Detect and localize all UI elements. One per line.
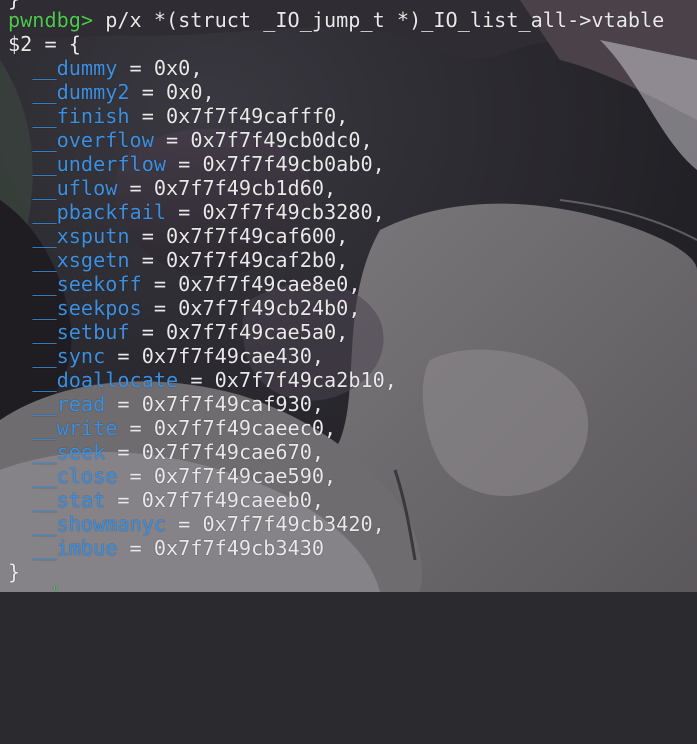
gdb-prompt: pwndbg> xyxy=(8,8,94,32)
command-line: pwndbg> p/x *(struct _IO_jump_t *)_IO_li… xyxy=(8,8,664,32)
field-value: 0x7f7f49cb3430 xyxy=(153,536,325,560)
struct-field-line: __seek = 0x7f7f49cae670, xyxy=(32,440,325,464)
next-prompt-partial: " xyxy=(52,585,60,599)
field-value: 0x7f7f49caf930, xyxy=(141,392,325,416)
struct-field-line: __close = 0x7f7f49cae590, xyxy=(32,464,337,488)
struct-field-line: __uflow = 0x7f7f49cb1d60, xyxy=(32,176,337,200)
field-value: 0x7f7f49cae5a0, xyxy=(166,320,349,344)
struct-field-line: __overflow = 0x7f7f49cb0dc0, xyxy=(32,128,373,152)
result-header: $2 = { xyxy=(8,32,81,56)
struct-field-line: __dummy = 0x0, xyxy=(32,56,203,80)
field-name: __pbackfail xyxy=(32,200,167,224)
field-value: 0x7f7f49cae670, xyxy=(141,440,325,464)
field-value: 0x7f7f49cb0ab0, xyxy=(202,152,385,176)
field-value: 0x7f7f49caeec0, xyxy=(153,416,337,440)
command-text: p/x *(struct _IO_jump_t *)_IO_list_all->… xyxy=(105,8,665,32)
terminal-output[interactable]: } pwndbg> p/x *(struct _IO_jump_t *)_IO_… xyxy=(0,0,697,599)
struct-field-line: __stat = 0x7f7f49caeeb0, xyxy=(32,488,325,512)
field-name: __xsgetn xyxy=(32,248,130,272)
field-name: __underflow xyxy=(32,152,167,176)
field-name: __overflow xyxy=(32,128,154,152)
field-name: __finish xyxy=(32,104,130,128)
field-value: 0x7f7f49cae430, xyxy=(141,344,325,368)
struct-field-line: __seekoff = 0x7f7f49cae8e0, xyxy=(32,272,361,296)
struct-field-line: __read = 0x7f7f49caf930, xyxy=(32,392,325,416)
field-name: __stat xyxy=(32,488,106,512)
field-name: __close xyxy=(32,464,118,488)
field-value: 0x7f7f49ca2b10, xyxy=(214,368,397,392)
struct-field-line: __xsputn = 0x7f7f49caf600, xyxy=(32,224,349,248)
field-value: 0x7f7f49caf2b0, xyxy=(166,248,349,272)
field-value: 0x0, xyxy=(153,56,203,80)
field-name: __seekpos xyxy=(32,296,142,320)
field-name: __doallocate xyxy=(32,368,179,392)
field-name: __uflow xyxy=(32,176,118,200)
field-name: __seekoff xyxy=(32,272,142,296)
field-name: __seek xyxy=(32,440,106,464)
struct-field-line: __pbackfail = 0x7f7f49cb3280, xyxy=(32,200,385,224)
field-value: 0x7f7f49cb0dc0, xyxy=(190,128,373,152)
field-value: 0x7f7f49cafff0, xyxy=(166,104,349,128)
struct-field-line: __finish = 0x7f7f49cafff0, xyxy=(32,104,349,128)
field-value: 0x7f7f49cae8e0, xyxy=(178,272,361,296)
field-value: 0x7f7f49cb3280, xyxy=(202,200,385,224)
struct-field-line: __seekpos = 0x7f7f49cb24b0, xyxy=(32,296,361,320)
field-name: __xsputn xyxy=(32,224,130,248)
struct-field-line: __xsgetn = 0x7f7f49caf2b0, xyxy=(32,248,349,272)
struct-field-line: __setbuf = 0x7f7f49cae5a0, xyxy=(32,320,349,344)
field-name: __dummy2 xyxy=(32,80,130,104)
field-value: 0x7f7f49cb1d60, xyxy=(153,176,337,200)
struct-field-line: __sync = 0x7f7f49cae430, xyxy=(32,344,325,368)
field-name: __read xyxy=(32,392,106,416)
field-value: 0x7f7f49cb24b0, xyxy=(178,296,361,320)
result-close-brace: } xyxy=(8,560,21,584)
field-name: __showmanyc xyxy=(32,512,167,536)
struct-field-line: __imbue = 0x7f7f49cb3430 xyxy=(32,536,325,560)
field-name: __setbuf xyxy=(32,320,130,344)
field-value: 0x7f7f49caeeb0, xyxy=(141,488,325,512)
field-name: __write xyxy=(32,416,118,440)
struct-field-line: __doallocate = 0x7f7f49ca2b10, xyxy=(32,368,397,392)
struct-field-line: __underflow = 0x7f7f49cb0ab0, xyxy=(32,152,385,176)
field-name: __sync xyxy=(32,344,106,368)
struct-field-line: __dummy2 = 0x0, xyxy=(32,80,215,104)
field-value: 0x7f7f49cb3420, xyxy=(202,512,385,536)
field-value: 0x0, xyxy=(166,80,215,104)
field-name: __imbue xyxy=(32,536,118,560)
field-value: 0x7f7f49caf600, xyxy=(166,224,349,248)
field-name: __dummy xyxy=(32,56,118,80)
struct-field-line: __write = 0x7f7f49caeec0, xyxy=(32,416,337,440)
field-value: 0x7f7f49cae590, xyxy=(153,464,337,488)
struct-field-line: __showmanyc = 0x7f7f49cb3420, xyxy=(32,512,385,536)
